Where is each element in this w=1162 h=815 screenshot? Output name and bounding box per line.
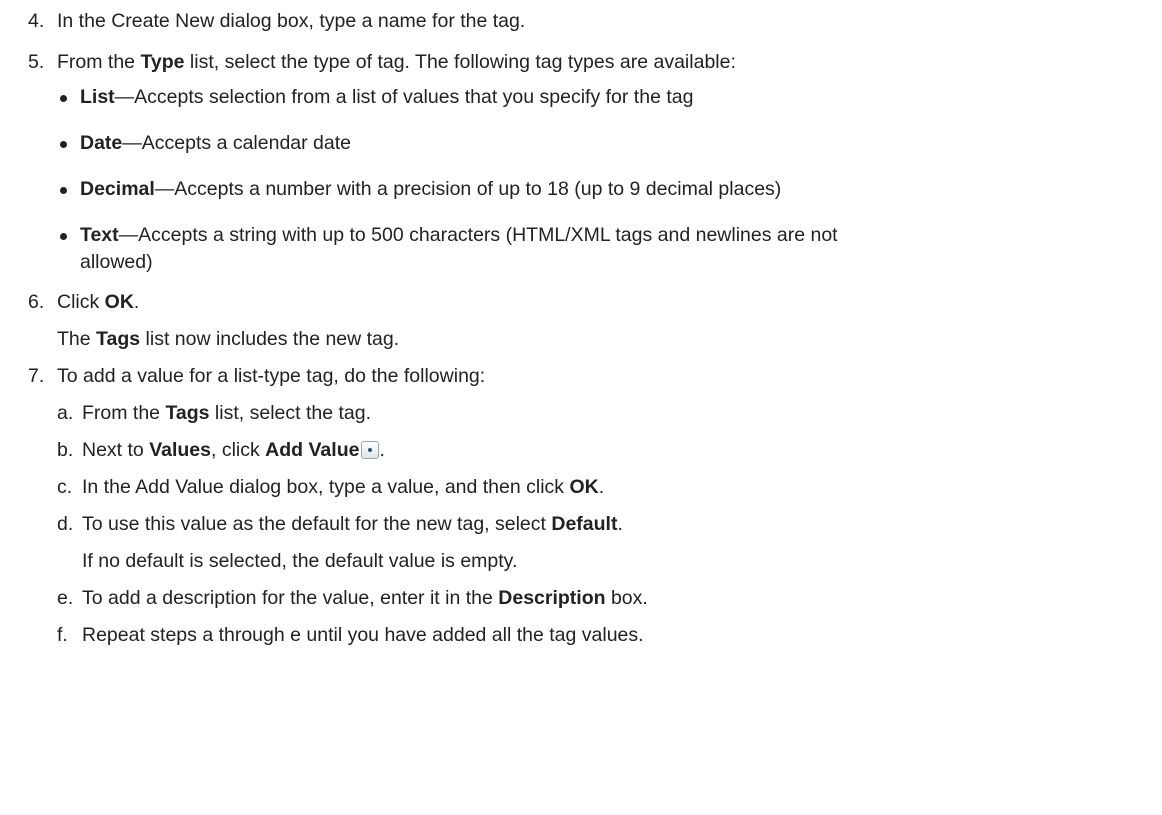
- substep-a-letter: a.: [57, 402, 74, 424]
- type-item-list: List—Accepts selection from a list of va…: [80, 86, 694, 108]
- bullet: [60, 187, 67, 194]
- substep-c-letter: c.: [57, 476, 73, 498]
- type-item-decimal: Decimal—Accepts a number with a precisio…: [80, 178, 782, 200]
- step-5-text: From the Type list, select the type of t…: [57, 51, 736, 73]
- substep-f-letter: f.: [57, 624, 68, 646]
- step-6-text: Click OK.: [57, 291, 140, 313]
- substep-b-text: Next to Values, click Add Value.: [82, 439, 385, 461]
- substep-e-letter: e.: [57, 587, 74, 609]
- step-6-number: 6.: [28, 291, 45, 313]
- substep-d-note: If no default is selected, the default v…: [82, 550, 518, 572]
- type-item-date: Date—Accepts a calendar date: [80, 132, 351, 154]
- substep-a-text: From the Tags list, select the tag.: [82, 402, 372, 424]
- type-list-label: Type: [140, 51, 185, 73]
- step-4-text: In the Create New dialog box, type a nam…: [57, 10, 526, 32]
- substep-d-letter: d.: [57, 513, 74, 535]
- substep-f-text: Repeat steps a through e until you have …: [82, 624, 644, 646]
- step-7-number: 7.: [28, 365, 45, 387]
- bullet: [60, 141, 67, 148]
- bullet: [60, 95, 67, 102]
- step-5-number: 5.: [28, 51, 45, 73]
- instructions-document: 4. In the Create New dialog box, type a …: [0, 0, 1162, 815]
- type-item-text-continued: allowed): [80, 251, 153, 273]
- step-7-text: To add a value for a list-type tag, do t…: [57, 365, 486, 387]
- bullet: [60, 233, 67, 240]
- substep-b-letter: b.: [57, 439, 74, 461]
- type-item-text: Text—Accepts a string with up to 500 cha…: [80, 224, 838, 246]
- step-6-note: The Tags list now includes the new tag.: [57, 328, 400, 350]
- step-4-number: 4.: [28, 10, 45, 32]
- add-value-icon: [361, 441, 380, 459]
- substep-e-text: To add a description for the value, ente…: [82, 587, 648, 609]
- substep-d-text: To use this value as the default for the…: [82, 513, 623, 535]
- substep-c-text: In the Add Value dialog box, type a valu…: [82, 476, 605, 498]
